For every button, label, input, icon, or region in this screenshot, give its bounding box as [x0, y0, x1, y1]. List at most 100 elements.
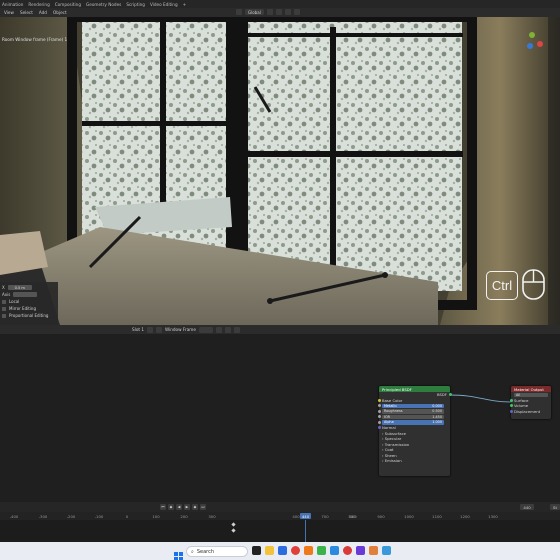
- app-icon[interactable]: [330, 546, 339, 555]
- task-view-icon[interactable]: [252, 546, 261, 555]
- tick-label: -100: [94, 514, 104, 519]
- bsdf-output-socket[interactable]: [448, 393, 452, 397]
- displacement-socket[interactable]: [509, 409, 513, 413]
- op-label: X: [2, 285, 5, 290]
- menu-add[interactable]: Add: [39, 10, 47, 15]
- jump-end-icon[interactable]: ⏭: [200, 504, 206, 510]
- search-placeholder: Search: [196, 548, 214, 555]
- viewport-sidebar[interactable]: [548, 17, 560, 325]
- metallic-socket[interactable]: [377, 404, 381, 408]
- tick-label: 800: [349, 514, 357, 519]
- tick-label: 1200: [460, 514, 470, 519]
- app-icon[interactable]: [382, 546, 391, 555]
- tab-video-editing[interactable]: Video Editing: [150, 2, 178, 7]
- play-reverse-icon[interactable]: ◀: [176, 504, 182, 510]
- ior-field[interactable]: IOR 1.450: [382, 414, 444, 419]
- snap-target-icon[interactable]: [284, 9, 291, 15]
- orientation-icon: [2, 299, 6, 304]
- principled-bsdf-node[interactable]: Principled BSDF BSDF Base Color Metallic…: [377, 386, 452, 476]
- transform-controls: Global: [236, 9, 300, 15]
- playback-controls: ⏮ ◆ ◀ ▶ ◆ ⏭: [160, 504, 206, 510]
- tick-label: -400: [9, 514, 19, 519]
- playhead-frame[interactable]: 440: [300, 513, 311, 519]
- app-icon[interactable]: [356, 546, 365, 555]
- tick-label: 200: [180, 514, 188, 519]
- normal-label: Normal: [382, 425, 396, 431]
- node-editor-header: Slot 1 Window Frame: [0, 325, 560, 334]
- tab-scripting[interactable]: Scripting: [126, 2, 145, 7]
- pin-icon[interactable]: [233, 326, 240, 333]
- windows-start-icon[interactable]: [174, 546, 183, 560]
- keyframe-marker[interactable]: [231, 522, 236, 527]
- jump-start-icon[interactable]: ⏮: [160, 504, 166, 510]
- operator-panel[interactable]: X 0.5 m Axis Local Mirror Editing Propor…: [0, 282, 58, 325]
- playhead-line[interactable]: [305, 520, 306, 542]
- tick-label: -300: [38, 514, 48, 519]
- next-keyframe-icon[interactable]: ◆: [192, 504, 198, 510]
- output-label: BSDF: [436, 392, 447, 398]
- material-name-field[interactable]: Window Frame: [165, 327, 196, 332]
- snap-icon[interactable]: [275, 9, 282, 15]
- taskbar-search[interactable]: ⌕ Search: [186, 546, 248, 557]
- timeline-body[interactable]: [0, 520, 560, 542]
- tick-label: 100: [152, 514, 160, 519]
- proportional-edit-icon[interactable]: [293, 9, 300, 15]
- alpha-field[interactable]: Alpha 1.000: [382, 420, 444, 425]
- 3d-viewport[interactable]: Room Window frame (Frame) 1: [0, 17, 560, 325]
- roughness-field[interactable]: Roughness 0.500: [382, 409, 444, 414]
- current-frame-field[interactable]: 440: [520, 504, 534, 510]
- add-workspace-button[interactable]: +: [183, 2, 187, 7]
- timeline-header: [0, 502, 560, 512]
- keyframe-marker[interactable]: [231, 528, 236, 533]
- roughness-socket[interactable]: [377, 409, 381, 413]
- op-value-field[interactable]: 0.5 m: [7, 285, 32, 290]
- tab-rendering[interactable]: Rendering: [28, 2, 49, 7]
- viewport-render: [0, 17, 560, 325]
- app-icon[interactable]: [343, 546, 352, 555]
- mirror-editing-label: Mirror Editing: [9, 306, 36, 311]
- proportional-editing-checkbox[interactable]: [2, 313, 6, 318]
- volume-socket[interactable]: [509, 404, 513, 408]
- alpha-socket[interactable]: [377, 420, 381, 424]
- blender-icon[interactable]: [369, 546, 378, 555]
- orientation-icon[interactable]: [236, 9, 242, 15]
- timeline-ruler[interactable]: -400 -300 -200 -100 0 100 200 300 400 50…: [0, 512, 560, 520]
- duplicate-icon[interactable]: [215, 326, 222, 333]
- file-explorer-icon[interactable]: [265, 546, 274, 555]
- panel-emission[interactable]: › Emission: [379, 458, 450, 464]
- tick-label: 900: [377, 514, 385, 519]
- node-editor[interactable]: Principled BSDF BSDF Base Color Metallic…: [0, 334, 560, 502]
- op-axis-field[interactable]: [13, 292, 38, 297]
- pivot-icon[interactable]: [266, 9, 273, 15]
- mirror-editing-checkbox[interactable]: [2, 306, 6, 311]
- material-output-node[interactable]: Material Output All Surface Volume Displ…: [509, 386, 551, 419]
- menu-object[interactable]: Object: [53, 10, 67, 15]
- tab-compositing[interactable]: Compositing: [55, 2, 81, 7]
- normal-socket[interactable]: [377, 426, 381, 430]
- tick-label: 0: [125, 514, 129, 519]
- prev-keyframe-icon[interactable]: ◆: [168, 504, 174, 510]
- ctrl-key-overlay: Ctrl: [486, 271, 518, 300]
- wechat-icon[interactable]: [317, 546, 326, 555]
- viewport-header: View Select Add Object Global: [0, 8, 560, 17]
- menu-view[interactable]: View: [4, 10, 14, 15]
- metallic-field[interactable]: Metallic 0.000: [382, 403, 444, 408]
- transform-orientation-dropdown[interactable]: Global: [245, 9, 264, 15]
- op-orientation[interactable]: Local: [9, 299, 19, 304]
- chevron-down-icon[interactable]: [147, 326, 154, 333]
- tab-geometry-nodes[interactable]: Geometry Nodes: [86, 2, 121, 7]
- start-frame-field[interactable]: St: [550, 504, 560, 510]
- base-color-socket[interactable]: [377, 398, 381, 402]
- ior-socket[interactable]: [377, 415, 381, 419]
- surface-socket[interactable]: [509, 398, 513, 402]
- tab-animation[interactable]: Animation: [2, 2, 23, 7]
- tick-label: 700: [321, 514, 329, 519]
- play-icon[interactable]: ▶: [184, 504, 190, 510]
- app-icon[interactable]: [304, 546, 313, 555]
- menu-select[interactable]: Select: [20, 10, 33, 15]
- close-icon[interactable]: [224, 326, 231, 333]
- output-target-dropdown[interactable]: All: [514, 392, 548, 397]
- chrome-icon[interactable]: [291, 546, 300, 555]
- slot-selector[interactable]: Slot 1: [132, 327, 144, 332]
- edge-browser-icon[interactable]: [278, 546, 287, 555]
